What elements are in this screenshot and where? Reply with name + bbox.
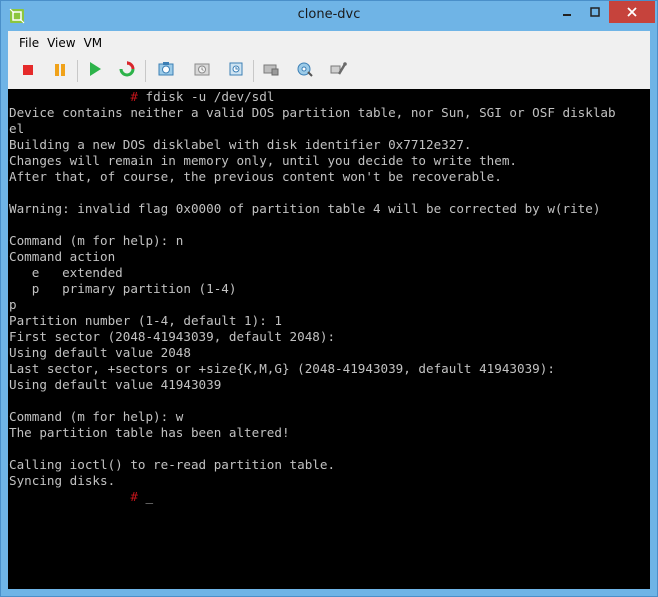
- console-line: el: [9, 121, 25, 136]
- console-line: Device contains neither a valid DOS part…: [9, 105, 616, 120]
- console-prompt: #: [130, 89, 138, 104]
- console-line: Command (m for help): w: [9, 409, 184, 424]
- red-square-icon: [21, 62, 35, 81]
- snapshot-manager-icon: [227, 60, 245, 82]
- text-cursor: _: [137, 489, 154, 504]
- console-line: First sector (2048-41943039, default 204…: [9, 329, 336, 344]
- console-line: Command (m for help): n: [9, 233, 184, 248]
- menu-file[interactable]: File: [8, 33, 45, 53]
- disk-icon: [262, 60, 280, 82]
- maximize-icon: [589, 3, 601, 22]
- vm-console-window: clone-dvc File View VM # fdisk -u /dev/s…: [0, 0, 658, 597]
- network-wrench-icon: [329, 60, 347, 82]
- power-on-button[interactable]: [83, 59, 107, 83]
- camera-icon: [157, 60, 175, 82]
- console-line: Building a new DOS disklabel with disk i…: [9, 137, 472, 152]
- console-line: p: [9, 297, 17, 312]
- console-line: e extended: [9, 265, 123, 280]
- floppy-button[interactable]: [293, 59, 317, 83]
- menu-vm[interactable]: VM: [82, 33, 109, 53]
- minimize-button[interactable]: [553, 1, 581, 23]
- console-line: Using default value 41943039: [9, 377, 222, 392]
- console-line: Using default value 2048: [9, 345, 191, 360]
- console-line: The partition table has been altered!: [9, 425, 290, 440]
- suspend-button[interactable]: [48, 59, 72, 83]
- menu-bar: File View VM: [8, 33, 108, 53]
- vm-chrome: File View VM: [8, 31, 650, 89]
- gear-disk-icon: [296, 60, 314, 82]
- title-bar[interactable]: clone-dvc: [1, 1, 657, 31]
- console-command: fdisk -u /dev/sdl: [137, 89, 275, 104]
- console-line: Calling ioctl() to re-read partition tab…: [9, 457, 336, 472]
- toolbar-separator: [77, 60, 78, 82]
- first-prompt-indent: [9, 89, 130, 104]
- toolbar-separator: [253, 60, 254, 82]
- console-line: Last sector, +sectors or +size{K,M,G} (2…: [9, 361, 555, 376]
- revert-snapshot-button[interactable]: [190, 59, 214, 83]
- close-icon: [626, 3, 638, 22]
- toolbar-separator: [145, 60, 146, 82]
- snapshot-manager-button[interactable]: [224, 59, 248, 83]
- green-play-icon: [87, 61, 103, 81]
- menu-view[interactable]: View: [45, 33, 81, 53]
- final-prompt: #: [130, 489, 138, 504]
- final-prompt-indent: [9, 489, 130, 504]
- vm-console-screen[interactable]: # fdisk -u /dev/sdl Device contains neit…: [8, 89, 650, 589]
- minimize-icon: [561, 3, 573, 22]
- console-line: Partition number (1-4, default 1): 1: [9, 313, 282, 328]
- toolbar: [8, 56, 650, 86]
- orange-pause-icon: [53, 62, 67, 81]
- close-button[interactable]: [609, 1, 655, 23]
- red-green-refresh-icon: [118, 60, 136, 82]
- console-line: Syncing disks.: [9, 473, 116, 488]
- console-output: # fdisk -u /dev/sdl Device contains neit…: [8, 89, 650, 505]
- console-line: Changes will remain in memory only, unti…: [9, 153, 517, 168]
- snapshot-button[interactable]: [154, 59, 178, 83]
- network-button[interactable]: [326, 59, 350, 83]
- clock-revert-icon: [193, 60, 211, 82]
- console-line: Command action: [9, 249, 116, 264]
- reset-button[interactable]: [115, 59, 139, 83]
- console-line: After that, of course, the previous cont…: [9, 169, 502, 184]
- console-line: Warning: invalid flag 0x0000 of partitio…: [9, 201, 601, 216]
- maximize-button[interactable]: [581, 1, 609, 23]
- console-line: p primary partition (1-4): [9, 281, 237, 296]
- cd-dvd-button[interactable]: [259, 59, 283, 83]
- power-off-button[interactable]: [16, 59, 40, 83]
